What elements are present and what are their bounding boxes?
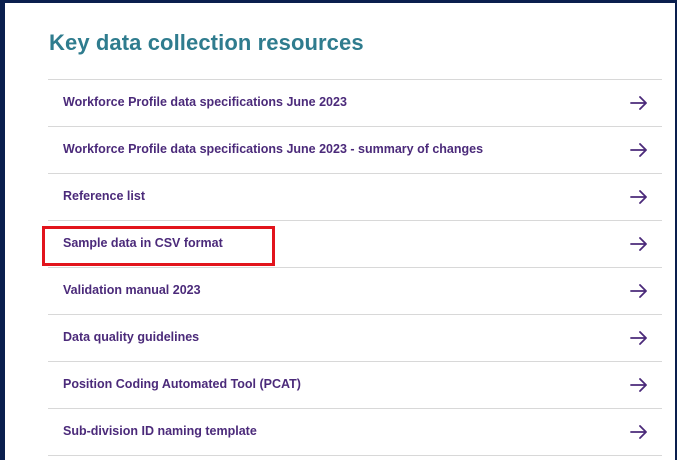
resource-link-summary-of-changes[interactable]: Workforce Profile data specifications Ju… [48, 127, 662, 174]
resource-link-label: Data quality guidelines [63, 330, 200, 344]
arrow-right-icon [630, 284, 647, 298]
arrow-right-icon [630, 190, 647, 204]
resource-link-label: Reference list [63, 189, 145, 203]
arrow-right-icon [630, 331, 647, 345]
resource-link-label: Sub-division ID naming template [63, 424, 257, 438]
resource-link-data-quality-guidelines[interactable]: Data quality guidelines [48, 315, 662, 362]
resource-link-sub-division-template[interactable]: Sub-division ID naming template [48, 409, 662, 456]
arrow-right-icon [630, 96, 647, 110]
resource-link-label: Validation manual 2023 [63, 283, 201, 297]
resource-link-label: Workforce Profile data specifications Ju… [63, 142, 484, 156]
resource-link-label: Workforce Profile data specifications Ju… [63, 95, 347, 109]
resource-list: Workforce Profile data specifications Ju… [48, 79, 662, 456]
resource-link-validation-manual[interactable]: Validation manual 2023 [48, 268, 662, 315]
section-title: Key data collection resources [49, 30, 364, 55]
resource-link-pcat[interactable]: Position Coding Automated Tool (PCAT) [48, 362, 662, 409]
resources-panel: Key data collection resources Workforce … [0, 0, 677, 460]
resource-link-sample-data-csv[interactable]: Sample data in CSV format [48, 221, 662, 268]
arrow-right-icon [630, 237, 647, 251]
resource-link-label: Position Coding Automated Tool (PCAT) [63, 377, 301, 391]
resource-link-label: Sample data in CSV format [63, 236, 223, 250]
resource-link-workforce-profile-specs[interactable]: Workforce Profile data specifications Ju… [48, 80, 662, 127]
arrow-right-icon [630, 378, 647, 392]
arrow-right-icon [630, 143, 647, 157]
resource-link-reference-list[interactable]: Reference list [48, 174, 662, 221]
arrow-right-icon [630, 425, 647, 439]
